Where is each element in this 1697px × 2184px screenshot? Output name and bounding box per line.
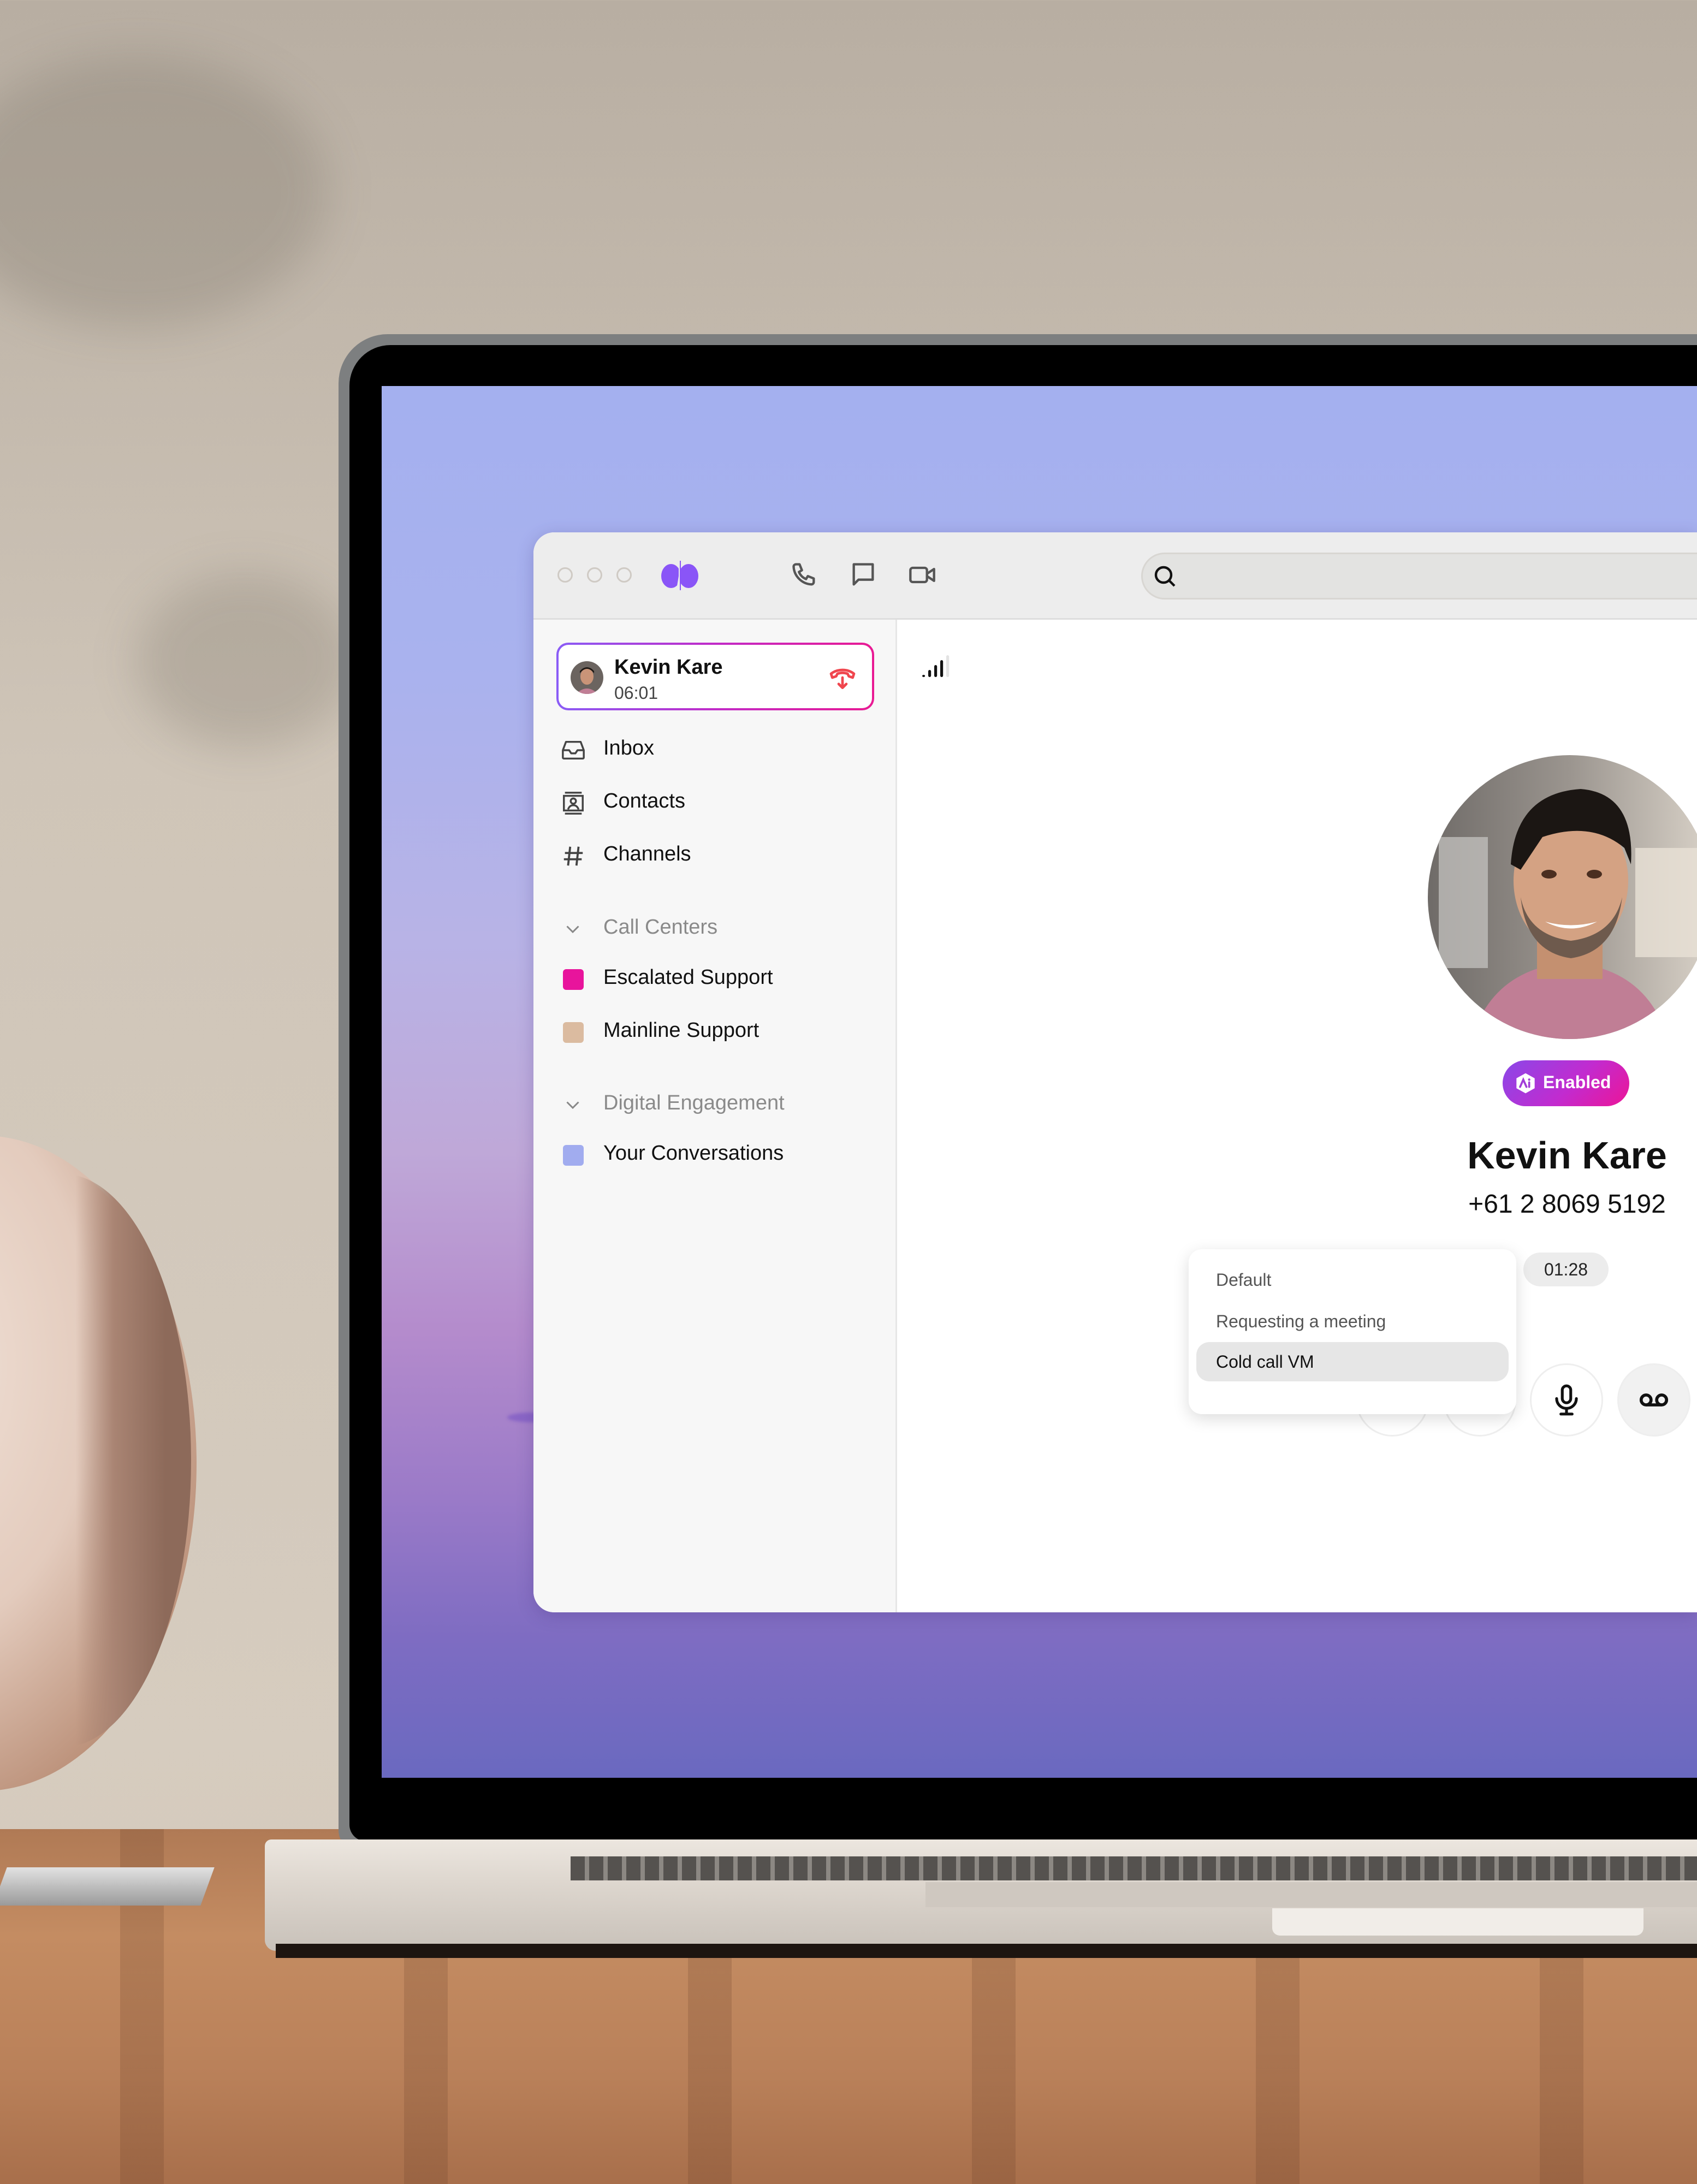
active-call-card[interactable]: Kevin Kare 06:01 [556,643,874,710]
signal-bar [940,660,944,677]
hangup-icon[interactable] [827,662,858,693]
laptop-lid-notch [1272,1908,1643,1936]
menu-item-default[interactable]: Default [1196,1260,1509,1299]
window-close-button[interactable] [557,567,573,583]
video-icon[interactable] [908,561,936,589]
search-bar[interactable] [1141,553,1697,600]
sidebar-item-label: Escalated Support [603,966,773,989]
search-input[interactable] [1186,554,1697,599]
sidebar-item-label: Contacts [603,790,685,812]
app-window: Kevin Kare 06:01 Inbox Contacts Channels… [533,532,1697,1612]
menu-item-cold-call-vm[interactable]: Cold call VM [1196,1342,1509,1381]
caller-name: Kevin Kare [614,656,723,679]
paper-stack [0,1867,215,1906]
title-bar [533,532,1697,620]
sidebar-item-label: Channels [603,842,691,865]
inbox-icon [562,740,585,760]
sidebar: Kevin Kare 06:01 Inbox Contacts Channels… [533,620,897,1612]
signal-bar [946,655,950,677]
call-panel [897,620,1697,1612]
wall-shadow [137,573,355,748]
window-minimize-button[interactable] [587,567,602,583]
sidebar-item-contacts[interactable]: Contacts [533,780,895,823]
section-digital-engagement[interactable]: Digital Engagement [533,1084,895,1122]
section-call-centers[interactable]: Call Centers [533,908,895,946]
microphone-icon [1555,1384,1578,1416]
sidebar-item-your-conversations[interactable]: Your Conversations [533,1132,895,1176]
hash-icon [563,846,583,866]
signal-strength-icon [922,655,950,677]
section-title: Digital Engagement [603,1091,785,1114]
signal-bar [922,675,925,677]
chevron-down-icon [566,925,579,934]
laptop-base-shadow [276,1944,1697,1958]
dialpad-logo-icon [661,561,698,590]
section-title: Call Centers [603,916,718,939]
sidebar-item-channels[interactable]: Channels [533,833,895,876]
caller-avatar [571,661,603,694]
voicemail-drop-button[interactable] [1617,1363,1690,1437]
sidebar-item-escalated-support[interactable]: Escalated Support [533,956,895,1000]
sidebar-item-inbox[interactable]: Inbox [533,727,895,770]
laptop-keyboard [571,1856,1697,1880]
color-swatch [563,1145,584,1166]
sidebar-item-label: Inbox [603,737,654,759]
sidebar-item-mainline-support[interactable]: Mainline Support [533,1009,895,1053]
search-icon [1154,566,1176,587]
wall-shadow [0,55,328,328]
contacts-icon [563,792,584,815]
mute-button[interactable] [1530,1363,1603,1437]
laptop-palmrest [925,1882,1697,1907]
window-maximize-button[interactable] [616,567,632,583]
signal-bar [928,670,931,677]
menu-item-requesting-meeting[interactable]: Requesting a meeting [1196,1302,1509,1341]
voicemail-drop-menu: Default Requesting a meeting Cold call V… [1189,1249,1516,1414]
signal-bar [934,665,937,677]
ceramic-vase-rim [0,1174,191,1747]
chevron-down-icon [566,1101,579,1109]
voicemail-icon [1639,1393,1669,1406]
phone-icon[interactable] [790,561,818,589]
message-icon[interactable] [849,561,877,589]
sidebar-item-label: Mainline Support [603,1019,760,1042]
call-duration: 06:01 [614,683,658,703]
sidebar-item-label: Your Conversations [603,1142,784,1165]
color-swatch [563,969,584,990]
color-swatch [563,1022,584,1043]
